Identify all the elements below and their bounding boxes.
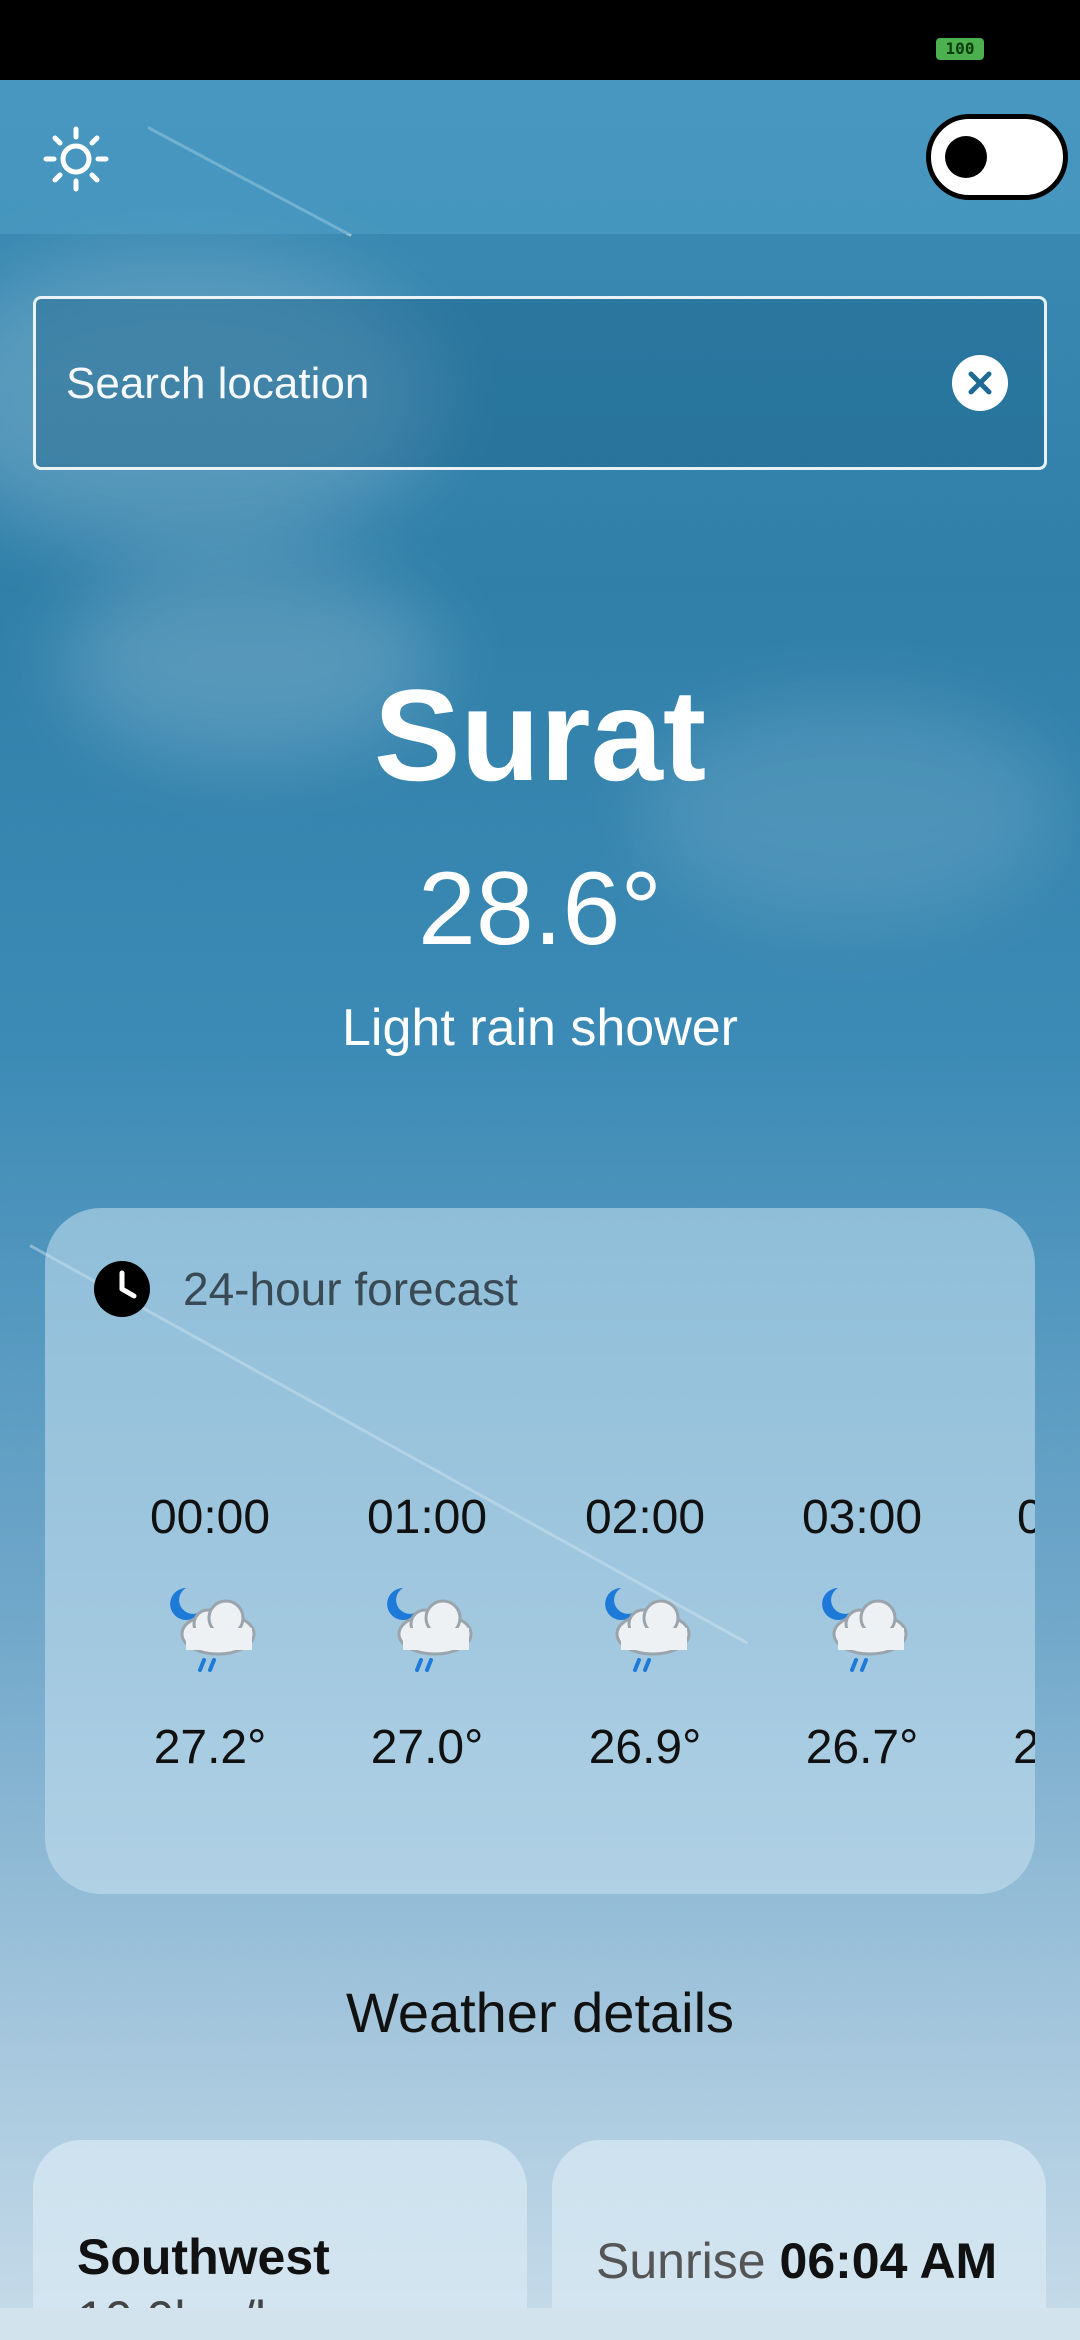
wind-direction: Southwest xyxy=(77,2229,330,2285)
theme-toggle-switch[interactable] xyxy=(926,114,1068,200)
status-bar: 100 xyxy=(0,0,1080,80)
night-rain-icon xyxy=(377,1584,477,1684)
sun-icon[interactable] xyxy=(42,125,110,193)
bottom-edge xyxy=(0,2308,1080,2340)
night-rain-icon xyxy=(595,1584,695,1684)
forecast-hour-time: 02:00 xyxy=(584,1491,706,1544)
forecast-hour-item: 00:00 27.2° xyxy=(110,1488,310,1775)
forecast-hour-item: 03:00 26.7° xyxy=(762,1488,962,1775)
sunrise-row: Sunrise 06:04 AM xyxy=(596,2232,997,2290)
night-rain-icon xyxy=(160,1584,260,1684)
battery-indicator: 100 xyxy=(936,38,984,60)
sunrise-label: Sunrise xyxy=(596,2233,766,2289)
forecast-hour-time: 01:00 xyxy=(366,1491,488,1544)
forecast-hour-temp: 2 xyxy=(1013,1721,1035,1774)
forecast-hour-time: 00:00 xyxy=(149,1491,271,1544)
forecast-hour-item: 02:00 26.9° xyxy=(545,1488,745,1775)
clear-search-button[interactable] xyxy=(952,355,1008,411)
weather-condition: Light rain shower xyxy=(342,999,738,1057)
search-input[interactable] xyxy=(66,349,906,419)
night-rain-icon xyxy=(812,1584,912,1684)
clock-icon xyxy=(93,1260,151,1318)
current-temperature: 28.6° xyxy=(417,851,662,967)
sunrise-time: 06:04 AM xyxy=(779,2233,998,2289)
night-rain-icon xyxy=(1025,1584,1035,1684)
forecast-hour-temp: 26.7° xyxy=(805,1721,919,1774)
forecast-hour-item: 01:00 27.0° xyxy=(327,1488,527,1775)
forecast-hour-temp: 27.0° xyxy=(370,1721,484,1774)
toggle-knob xyxy=(945,136,987,178)
weather-details-title: Weather details xyxy=(345,1981,735,2044)
city-name: Surat xyxy=(373,662,707,808)
forecast-hour-temp: 26.9° xyxy=(588,1721,702,1774)
close-icon xyxy=(968,371,992,395)
forecast-hour-time: 0 xyxy=(1017,1491,1035,1544)
hourly-forecast-list[interactable]: 00:00 27.2° 01:00 27.0° 02:00 26.9° 03:0… xyxy=(45,1488,1035,1808)
forecast-hour-temp: 27.2° xyxy=(153,1721,267,1774)
forecast-hour-time: 03:00 xyxy=(801,1491,923,1544)
forecast-title: 24-hour forecast xyxy=(183,1263,518,1315)
hourly-forecast-card: 24-hour forecast 00:00 27.2° 01:00 27.0°… xyxy=(45,1208,1035,1894)
search-field[interactable] xyxy=(33,296,1047,470)
forecast-hour-item-partial: 0 2 xyxy=(965,1488,1035,1775)
top-app-bar xyxy=(0,80,1080,234)
